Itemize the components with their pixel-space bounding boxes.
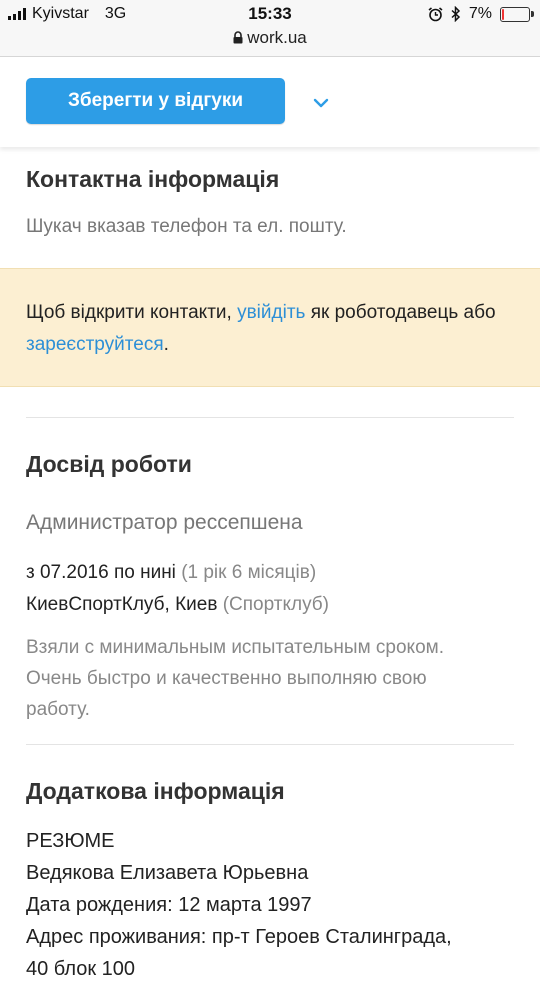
lock-icon bbox=[233, 31, 243, 44]
status-bar: Kyivstar 3G 15:33 work.ua 7% bbox=[0, 0, 540, 57]
address-bar[interactable]: work.ua bbox=[0, 28, 540, 48]
bluetooth-icon bbox=[451, 6, 460, 22]
save-to-responses-button[interactable]: Зберегти у відгуки bbox=[26, 78, 285, 124]
duration-text: (1 рік 6 місяців) bbox=[181, 562, 317, 583]
additional-line: 40 блок 100 bbox=[26, 958, 136, 980]
login-link[interactable]: увійдіть bbox=[237, 302, 305, 323]
url-text: work.ua bbox=[247, 28, 307, 47]
contacts-subtitle: Шукач вказав телефон та ел. пошту. bbox=[26, 216, 347, 237]
industry-text: (Спортклуб) bbox=[222, 594, 329, 615]
job-description: Взяли с минимальным испытательным сроком… bbox=[26, 632, 521, 725]
description-line: Очень быстро и качественно выполняю свою bbox=[26, 668, 427, 689]
battery-percent: 7% bbox=[468, 5, 492, 22]
section-divider bbox=[26, 417, 514, 418]
notice-text: Щоб відкрити контакти, увійдіть як робот… bbox=[26, 297, 496, 361]
action-bar: Зберегти у відгуки bbox=[0, 57, 540, 147]
additional-title: Додаткова інформація bbox=[26, 778, 285, 804]
notice-text-part: Щоб відкрити контакти, bbox=[26, 302, 238, 323]
status-right: 7% bbox=[428, 5, 534, 23]
additional-text: РЕЗЮМЕ Ведякова Елизавета Юрьевна Дата р… bbox=[26, 825, 526, 985]
notice-text-part: . bbox=[163, 334, 169, 355]
register-link[interactable]: зареєструйтеся bbox=[26, 334, 164, 355]
notice-text-part: як роботодавець або bbox=[305, 302, 496, 323]
description-line: Взяли с минимальным испытательным сроком… bbox=[26, 637, 444, 658]
chevron-down-icon[interactable] bbox=[313, 95, 329, 111]
job-position: Администратор рессепшена bbox=[26, 511, 303, 534]
additional-line: РЕЗЮМЕ bbox=[26, 830, 115, 852]
experience-title: Досвід роботи bbox=[26, 451, 192, 477]
additional-line: Ведякова Елизавета Юрьевна bbox=[26, 862, 309, 884]
section-divider bbox=[26, 744, 514, 745]
company-text: КиевСпортКлуб, Киев bbox=[26, 594, 218, 615]
contacts-notice: Щоб відкрити контакти, увійдіть як робот… bbox=[0, 268, 540, 387]
description-line: работу. bbox=[26, 699, 90, 720]
alarm-icon bbox=[428, 6, 443, 21]
contacts-title: Контактна інформація bbox=[26, 166, 280, 192]
job-period: з 07.2016 по нині (1 рік 6 місяців) bbox=[26, 562, 316, 584]
battery-icon bbox=[500, 6, 534, 22]
job-company: КиевСпортКлуб, Киев (Спортклуб) bbox=[26, 594, 329, 616]
additional-line: Дата рождения: 12 марта 1997 bbox=[26, 894, 312, 916]
period-text: з 07.2016 по нині bbox=[26, 562, 176, 583]
additional-line: Адрес проживания: пр-т Героев Сталинград… bbox=[26, 926, 452, 948]
